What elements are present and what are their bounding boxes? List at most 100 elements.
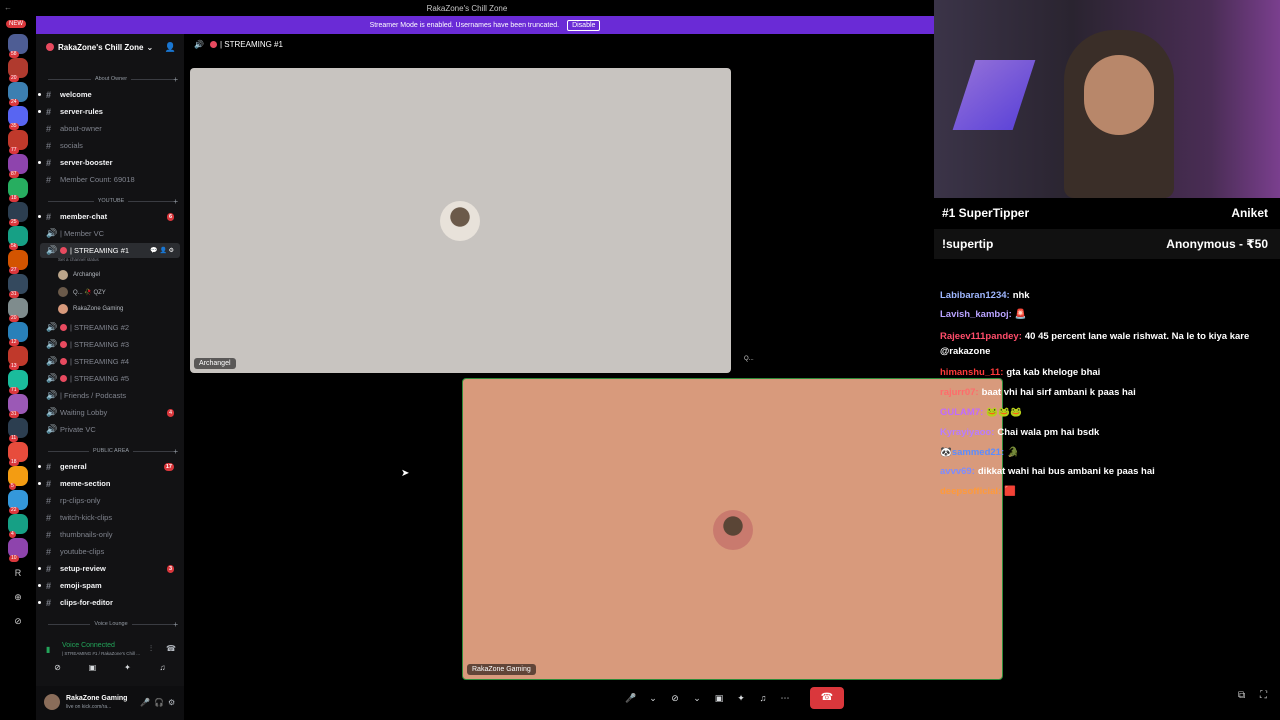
server-icon[interactable]: 31 — [8, 394, 28, 418]
soundboard-icon[interactable]: ♫ — [149, 663, 177, 677]
category-youtube[interactable]: YOUTUBE + — [44, 197, 178, 206]
voice-member[interactable]: Archangel — [58, 270, 100, 280]
server-icon[interactable]: 18 — [8, 442, 28, 466]
disable-streamer-mode-button[interactable]: Disable — [567, 19, 601, 31]
gear-icon[interactable]: ⚙ — [168, 698, 175, 707]
channel-streaming-2[interactable]: 🔊 | STREAMING #2 — [40, 320, 180, 335]
server-icon[interactable]: 20 — [8, 298, 28, 322]
headphones-icon[interactable]: 🎧 — [154, 698, 164, 707]
server-icon[interactable]: 20 — [8, 58, 28, 82]
channel-thumbnails-only[interactable]: # thumbnails-only — [40, 527, 180, 542]
channel-twitch-kick-clips[interactable]: # twitch-kick-clips — [40, 510, 180, 525]
channel-socials[interactable]: # socials — [40, 138, 180, 153]
channel-setup-review[interactable]: # setup-review 3 — [38, 561, 180, 576]
add-channel-icon[interactable]: + — [173, 447, 178, 456]
soundboard-icon[interactable]: ♫ — [756, 693, 770, 703]
unread-badge: 3 — [166, 564, 174, 573]
channel-clips-for-editor[interactable]: # clips-for-editor — [38, 595, 180, 610]
invite-people-icon[interactable]: 👤 — [165, 42, 176, 53]
server-icon[interactable]: 24 — [8, 82, 28, 106]
speaker-icon: 🔊 — [194, 40, 204, 49]
voice-connected-title[interactable]: Voice Connected — [62, 642, 115, 649]
voice-connected-subtitle[interactable]: | STREAMING #1 / RakaZone's Chill ... — [62, 651, 140, 656]
server-icon[interactable]: 25 — [8, 202, 28, 226]
server-icon[interactable]: 71 — [8, 370, 28, 394]
voice-member[interactable]: RakaZone Gaming — [58, 304, 123, 314]
channel-server-rules[interactable]: # server-rules — [38, 104, 180, 119]
add-channel-icon[interactable]: + — [173, 620, 178, 629]
chat-message: Rajeev111pandey: 40 45 percent lane wale … — [940, 331, 1250, 357]
add-server-icon[interactable]: ⊕ — [8, 592, 28, 603]
server-icon[interactable]: 11 — [8, 418, 28, 442]
channel-waiting-lobby[interactable]: 🔊 Waiting Lobby 4 — [40, 405, 180, 420]
channel-youtube-clips[interactable]: # youtube-clips — [40, 544, 180, 559]
noise-suppression-icon[interactable]: ⫶ — [150, 644, 152, 654]
more-icon[interactable]: ⋯ — [778, 693, 792, 704]
screen-share-icon[interactable]: ▣ — [712, 693, 726, 704]
hash-icon: # — [46, 89, 52, 100]
channel-member-chat[interactable]: # member-chat 6 — [38, 209, 180, 224]
server-icon[interactable]: 58 — [8, 34, 28, 58]
server-header[interactable]: RakaZone's Chill Zone ⌄ 👤 — [36, 34, 184, 60]
channel-member-vc[interactable]: 🔊 | Member VC — [40, 226, 180, 241]
channel-status[interactable]: Set a channel status — [58, 257, 99, 262]
activities-icon[interactable]: ✦ — [734, 693, 748, 704]
category-about-owner[interactable]: About Owner + — [44, 75, 178, 84]
add-channel-icon[interactable]: + — [173, 75, 178, 84]
channel-settings-icon[interactable]: 💬 👤 ⚙ — [150, 247, 174, 254]
server-icon[interactable]: 35 — [8, 106, 28, 130]
super-tipper-bar: #1 SuperTipper Aniket — [934, 198, 1280, 228]
server-icon[interactable]: 18 — [8, 178, 28, 202]
streamer-mode-banner: Streamer Mode is enabled. Usernames have… — [36, 16, 934, 34]
avatar — [713, 510, 753, 550]
server-icon[interactable]: 5 — [8, 466, 28, 490]
disconnect-icon[interactable]: ☎ — [166, 644, 176, 653]
category-public-area[interactable]: PUBLIC AREA + — [44, 447, 178, 456]
server-icon[interactable]: 10 — [8, 538, 28, 562]
chevron-down-icon[interactable]: ⌄ — [690, 693, 704, 704]
channel-about-owner[interactable]: # about-owner — [40, 121, 180, 136]
server-icon[interactable]: 4 — [8, 514, 28, 538]
add-channel-icon[interactable]: + — [173, 197, 178, 206]
channel-rp-clips-only[interactable]: # rp-clips-only — [40, 493, 180, 508]
chevron-down-icon[interactable]: ⌄ — [646, 693, 660, 704]
disconnect-button[interactable]: ☎ — [810, 687, 844, 709]
mic-icon[interactable]: 🎤 — [140, 698, 150, 707]
channel-emoji-spam[interactable]: # emoji-spam — [38, 578, 180, 593]
user-name[interactable]: RakaZone Gaming — [66, 695, 127, 702]
camera-off-icon[interactable]: ⊘ — [668, 693, 682, 704]
channel-server-booster[interactable]: # server-booster — [38, 155, 180, 170]
channel-streaming-1[interactable]: 🔊 | STREAMING #1 💬 👤 ⚙ — [40, 243, 180, 258]
channel-meme-section[interactable]: # meme-section — [38, 476, 180, 491]
channel-streaming-5[interactable]: 🔊 | STREAMING #5 — [40, 371, 180, 386]
voice-member[interactable]: Q... 🥀 QZY — [58, 287, 106, 297]
avatar[interactable] — [44, 694, 60, 710]
channel-general[interactable]: # general 17 — [38, 459, 180, 474]
server-icon[interactable]: 12 — [8, 322, 28, 346]
channel-private-vc[interactable]: 🔊 Private VC — [40, 422, 180, 437]
activities-icon[interactable]: ✦ — [114, 663, 142, 677]
video-tile-rakazone[interactable]: RakaZone Gaming — [462, 378, 1003, 680]
channel-member-count[interactable]: # Member Count: 69018 — [40, 172, 180, 187]
screen-share-icon[interactable]: ▣ — [79, 663, 107, 677]
channel-friends-podcasts[interactable]: 🔊 | Friends / Podcasts — [40, 388, 180, 403]
server-icon[interactable]: 31 — [8, 274, 28, 298]
mic-icon[interactable]: 🎤 — [624, 693, 638, 704]
hash-icon: # — [46, 106, 52, 117]
fullscreen-icon[interactable]: ⛶ — [1260, 690, 1267, 701]
server-icon[interactable]: 5k — [8, 226, 28, 250]
server-icon[interactable]: 87 — [8, 154, 28, 178]
video-tile-archangel[interactable]: Archangel — [190, 68, 731, 373]
channel-streaming-3[interactable]: 🔊 | STREAMING #3 — [40, 337, 180, 352]
category-voice-lounge[interactable]: Voice Lounge + — [44, 620, 178, 629]
channel-welcome[interactable]: # welcome — [38, 87, 180, 102]
camera-off-icon[interactable]: ⊘ — [44, 663, 72, 677]
server-letter-icon[interactable]: R — [8, 568, 28, 578]
server-icon[interactable]: 77 — [8, 130, 28, 154]
server-icon[interactable]: 27 — [8, 250, 28, 274]
channel-streaming-4[interactable]: 🔊 | STREAMING #4 — [40, 354, 180, 369]
server-icon[interactable]: 13 — [8, 346, 28, 370]
discover-icon[interactable]: ⊘ — [8, 616, 28, 627]
popout-icon[interactable]: ⧉ — [1238, 690, 1245, 701]
server-icon[interactable]: 22 — [8, 490, 28, 514]
